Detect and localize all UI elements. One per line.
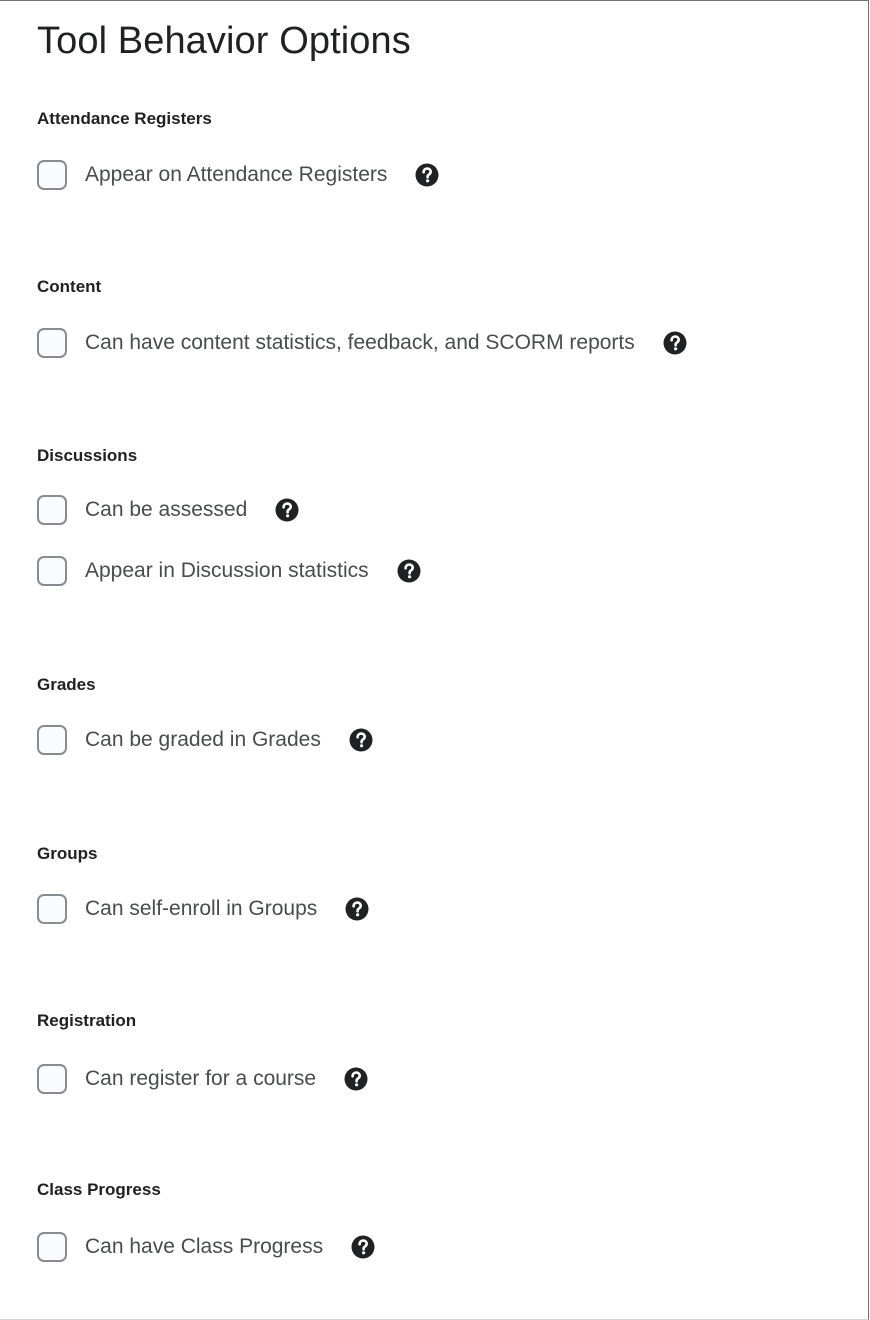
- content-statistics-checkbox[interactable]: [37, 328, 67, 358]
- help-circle-icon[interactable]: [351, 1235, 375, 1259]
- option-row: Can be graded in Grades: [37, 719, 837, 761]
- section-class-progress: Class Progress Can have Class Progress: [37, 1179, 837, 1268]
- section-heading: Attendance Registers: [37, 109, 212, 128]
- option-row: Appear in Discussion statistics: [37, 550, 837, 592]
- can-register-checkbox[interactable]: [37, 1064, 67, 1094]
- section-heading: Registration: [37, 1011, 137, 1030]
- option-label: Can have content statistics, feedback, a…: [85, 331, 635, 354]
- section-heading: Discussions: [37, 446, 138, 465]
- appear-in-discussion-statistics-checkbox[interactable]: [37, 556, 67, 586]
- section-grades: Grades Can be graded in Grades: [37, 674, 837, 761]
- section-discussions: Discussions Can be assessed Appear in Di…: [37, 445, 837, 592]
- option-label: Can have Class Progress: [85, 1235, 324, 1258]
- help-circle-icon[interactable]: [345, 897, 369, 921]
- section-registration: Registration Can register for a course: [37, 1010, 837, 1100]
- section-groups: Groups Can self-enroll in Groups: [37, 843, 837, 930]
- help-circle-icon[interactable]: [349, 728, 373, 752]
- section-content: Content Can have content statistics, fee…: [37, 276, 837, 364]
- option-label: Can be graded in Grades: [85, 728, 321, 751]
- option-row: Can have content statistics, feedback, a…: [37, 322, 837, 364]
- option-label: Can self-enroll in Groups: [85, 897, 318, 920]
- section-attendance-registers: Attendance Registers Appear on Attendanc…: [37, 108, 837, 196]
- option-label: Can register for a course: [85, 1067, 317, 1090]
- section-heading: Groups: [37, 844, 98, 863]
- help-circle-icon[interactable]: [663, 331, 687, 355]
- option-row: Can have Class Progress: [37, 1226, 837, 1268]
- panel-frame: [0, 0, 869, 1320]
- can-self-enroll-checkbox[interactable]: [37, 894, 67, 924]
- option-label: Can be assessed: [85, 498, 248, 521]
- section-heading: Class Progress: [37, 1180, 161, 1199]
- appear-on-attendance-registers-checkbox[interactable]: [37, 160, 67, 190]
- page-title: Tool Behavior Options: [37, 20, 411, 62]
- help-circle-icon[interactable]: [275, 498, 299, 522]
- option-row: Can register for a course: [37, 1058, 837, 1100]
- option-label: Appear on Attendance Registers: [85, 163, 388, 186]
- section-heading: Grades: [37, 675, 96, 694]
- can-have-class-progress-checkbox[interactable]: [37, 1232, 67, 1262]
- option-row: Can be assessed: [37, 489, 837, 531]
- can-be-graded-checkbox[interactable]: [37, 725, 67, 755]
- help-circle-icon[interactable]: [397, 559, 421, 583]
- help-circle-icon[interactable]: [415, 163, 439, 187]
- option-row: Appear on Attendance Registers: [37, 154, 837, 196]
- help-circle-icon[interactable]: [344, 1067, 368, 1091]
- option-row: Can self-enroll in Groups: [37, 888, 837, 930]
- section-heading: Content: [37, 277, 102, 296]
- can-be-assessed-checkbox[interactable]: [37, 495, 67, 525]
- option-label: Appear in Discussion statistics: [85, 559, 369, 582]
